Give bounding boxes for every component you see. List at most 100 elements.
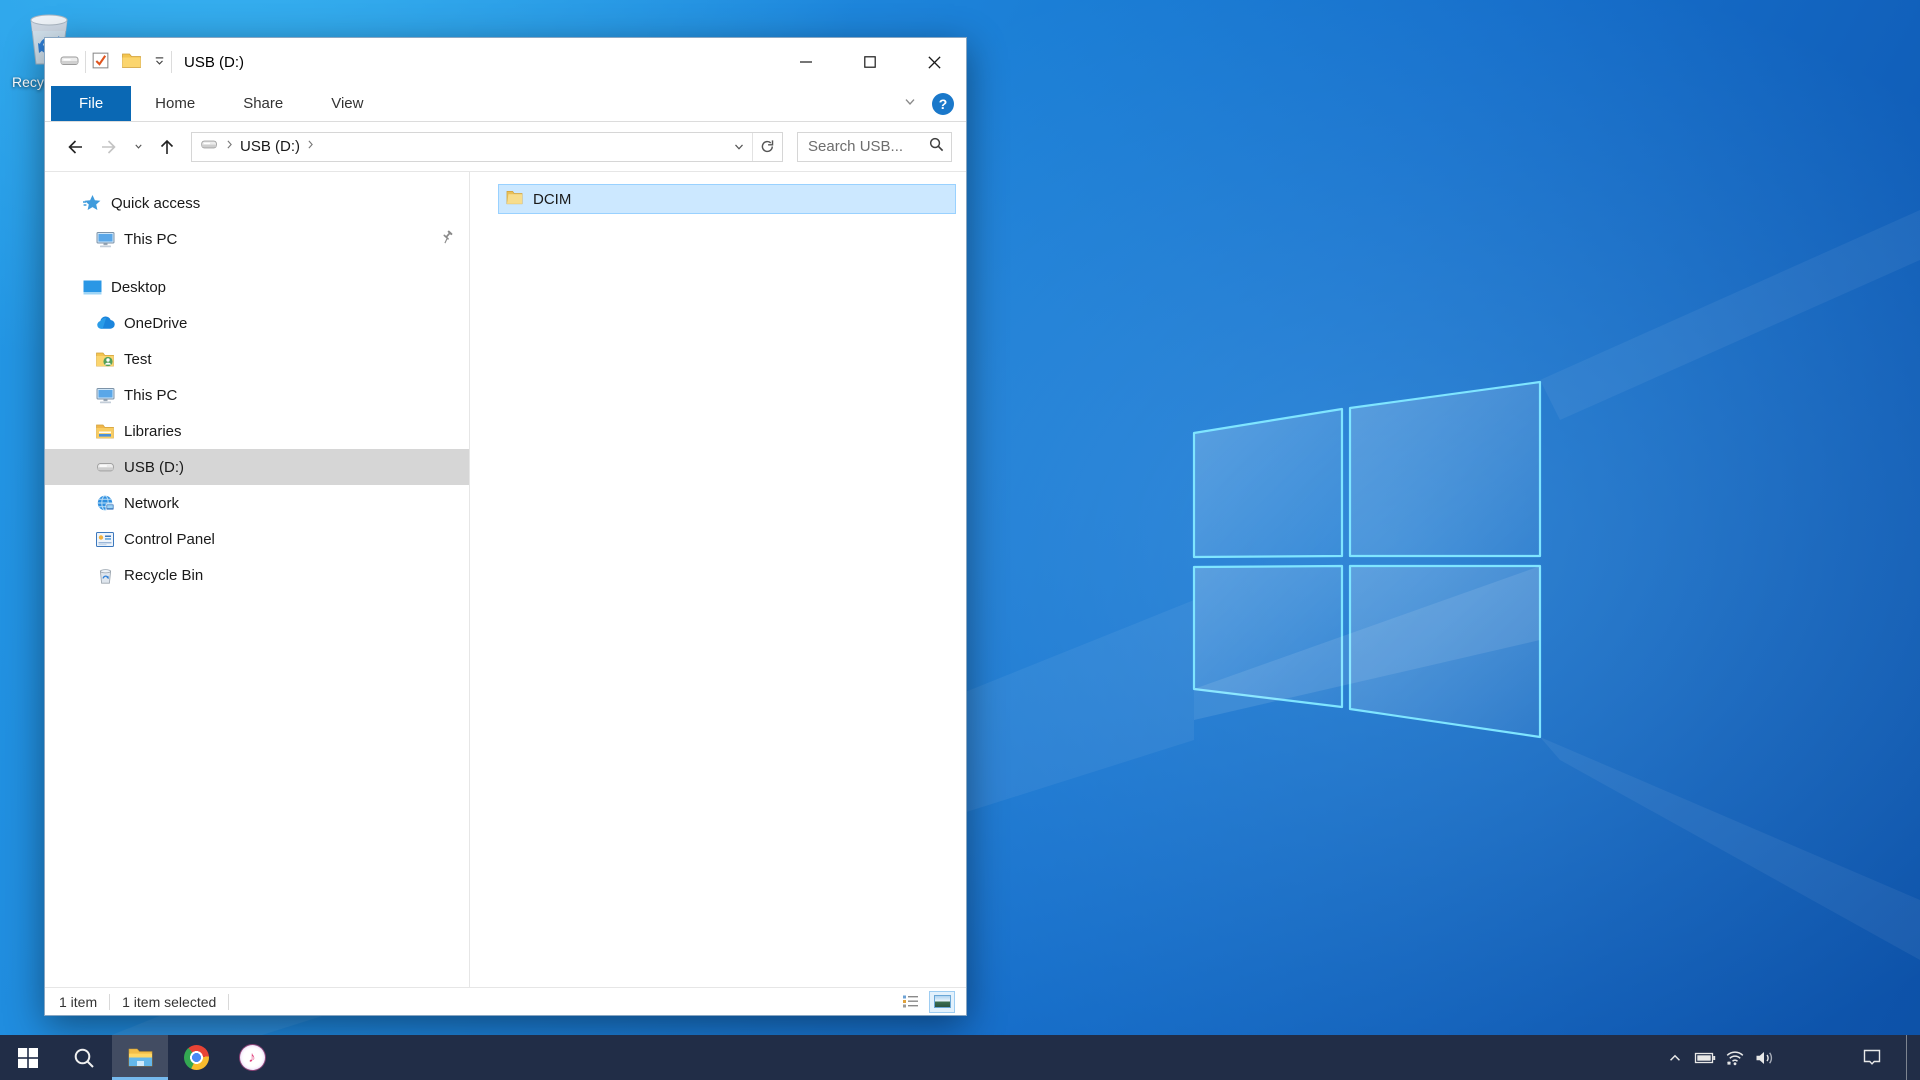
back-button[interactable] bbox=[61, 133, 89, 161]
new-folder-icon[interactable] bbox=[121, 51, 142, 73]
titlebar-separator bbox=[171, 51, 172, 73]
navigation-toolbar: USB (D:) bbox=[45, 122, 966, 172]
tray-empty-space bbox=[1780, 1035, 1850, 1080]
quick-access-toolbar bbox=[90, 50, 167, 75]
search-icon[interactable] bbox=[928, 136, 945, 157]
expand-ribbon-chevron-icon[interactable] bbox=[902, 94, 918, 114]
onedrive-cloud-icon bbox=[94, 316, 116, 330]
folder-icon bbox=[505, 189, 524, 210]
breadcrumb-location[interactable]: USB (D:) bbox=[236, 138, 304, 155]
sidebar-item-test[interactable]: Test bbox=[45, 341, 469, 377]
breadcrumb-chevron-icon[interactable] bbox=[304, 138, 317, 155]
sidebar-item-network[interactable]: Network bbox=[45, 485, 469, 521]
network-globe-icon bbox=[94, 493, 116, 513]
action-center-icon[interactable] bbox=[1850, 1035, 1894, 1080]
user-folder-icon bbox=[94, 350, 116, 368]
this-pc-icon bbox=[94, 230, 116, 249]
selection-count: 1 item selected bbox=[122, 994, 216, 1010]
this-pc-icon bbox=[94, 386, 116, 405]
taskbar-file-explorer-button[interactable] bbox=[112, 1035, 168, 1080]
tab-share[interactable]: Share bbox=[219, 86, 307, 121]
tab-view[interactable]: View bbox=[307, 86, 387, 121]
checkbox-check-icon[interactable] bbox=[90, 50, 111, 75]
minimize-button[interactable] bbox=[774, 38, 838, 86]
wifi-icon[interactable] bbox=[1720, 1035, 1750, 1080]
sidebar-item-libraries[interactable]: Libraries bbox=[45, 413, 469, 449]
customize-qat-chevron-icon[interactable] bbox=[152, 53, 167, 72]
view-switcher bbox=[898, 992, 954, 1012]
sidebar-item-control-panel[interactable]: Control Panel bbox=[45, 521, 469, 557]
tab-file[interactable]: File bbox=[51, 86, 131, 121]
chrome-icon bbox=[184, 1045, 209, 1070]
sidebar-item-label: This PC bbox=[124, 231, 177, 248]
sidebar-item-label: Quick access bbox=[111, 195, 200, 212]
item-count: 1 item bbox=[59, 994, 97, 1010]
tab-home[interactable]: Home bbox=[131, 86, 219, 121]
sidebar-item-recycle-bin[interactable]: Recycle Bin bbox=[45, 557, 469, 593]
itunes-icon: ♪ bbox=[240, 1045, 265, 1070]
taskbar-chrome-button[interactable] bbox=[168, 1035, 224, 1080]
help-button[interactable]: ? bbox=[932, 93, 954, 115]
sidebar-item-label: Network bbox=[124, 495, 179, 512]
window-system-usb-drive-icon[interactable] bbox=[59, 50, 81, 74]
sidebar-item-quick-access[interactable]: Quick access bbox=[45, 185, 469, 221]
sidebar-item-label: Desktop bbox=[111, 279, 166, 296]
sidebar-item-label: USB (D:) bbox=[124, 459, 184, 476]
recycle-bin-icon bbox=[94, 566, 116, 585]
usb-drive-icon bbox=[94, 460, 116, 474]
ribbon-tab-bar: File Home Share View ? bbox=[45, 86, 966, 122]
titlebar: USB (D:) bbox=[45, 38, 966, 86]
taskbar: ♪ bbox=[0, 1035, 1920, 1080]
close-button[interactable] bbox=[902, 38, 966, 86]
recent-locations-chevron-icon[interactable] bbox=[129, 133, 147, 161]
sidebar-item-label: Control Panel bbox=[124, 531, 215, 548]
search-box[interactable] bbox=[797, 132, 952, 162]
refresh-button[interactable] bbox=[752, 133, 782, 161]
address-bar[interactable]: USB (D:) bbox=[191, 132, 783, 162]
sidebar-item-label: This PC bbox=[124, 387, 177, 404]
file-explorer-window: USB (D:) File Home Share View ? bbox=[44, 37, 967, 1016]
sidebar-item-usb-drive[interactable]: USB (D:) bbox=[45, 449, 469, 485]
sidebar-item-this-pc[interactable]: This PC bbox=[45, 377, 469, 413]
navigation-pane: Quick access This PC Desktop bbox=[45, 172, 469, 987]
up-button[interactable] bbox=[153, 133, 181, 161]
caption-buttons bbox=[774, 38, 966, 86]
status-separator bbox=[228, 994, 229, 1010]
sidebar-item-this-pc-pinned[interactable]: This PC bbox=[45, 221, 469, 257]
forward-button[interactable] bbox=[95, 133, 123, 161]
details-view-icon[interactable] bbox=[898, 992, 922, 1012]
start-button[interactable] bbox=[0, 1035, 56, 1080]
taskbar-search-button[interactable] bbox=[56, 1035, 112, 1080]
sidebar-item-label: Recycle Bin bbox=[124, 567, 203, 584]
sidebar-group-gap bbox=[45, 257, 469, 269]
pin-icon bbox=[439, 229, 455, 249]
sidebar-item-onedrive[interactable]: OneDrive bbox=[45, 305, 469, 341]
desktop-icon bbox=[81, 279, 103, 296]
battery-icon[interactable] bbox=[1690, 1035, 1720, 1080]
maximize-button[interactable] bbox=[838, 38, 902, 86]
sidebar-item-label: Libraries bbox=[124, 423, 182, 440]
file-item-dcim[interactable]: DCIM bbox=[498, 184, 956, 214]
libraries-folder-icon bbox=[94, 422, 116, 440]
status-separator bbox=[109, 994, 110, 1010]
titlebar-separator bbox=[85, 51, 86, 73]
search-input[interactable] bbox=[808, 138, 928, 155]
file-list-area[interactable]: DCIM bbox=[470, 172, 966, 987]
window-title: USB (D:) bbox=[184, 54, 244, 71]
volume-icon[interactable] bbox=[1750, 1035, 1780, 1080]
sidebar-item-label: Test bbox=[124, 351, 152, 368]
hidden-icons-chevron-icon[interactable] bbox=[1660, 1035, 1690, 1080]
address-usb-drive-icon bbox=[200, 137, 219, 156]
breadcrumb-chevron-icon[interactable] bbox=[223, 138, 236, 155]
large-thumbnails-view-icon[interactable] bbox=[930, 992, 954, 1012]
taskbar-itunes-button[interactable]: ♪ bbox=[224, 1035, 280, 1080]
quick-access-star-icon bbox=[81, 193, 103, 213]
control-panel-icon bbox=[94, 531, 116, 548]
sidebar-item-desktop[interactable]: Desktop bbox=[45, 269, 469, 305]
status-bar: 1 item 1 item selected bbox=[45, 987, 966, 1015]
window-body: Quick access This PC Desktop bbox=[45, 172, 966, 987]
system-tray bbox=[1660, 1035, 1920, 1080]
address-dropdown-chevron-icon[interactable] bbox=[726, 133, 752, 161]
show-desktop-strip[interactable] bbox=[1906, 1035, 1920, 1080]
sidebar-item-label: OneDrive bbox=[124, 315, 187, 332]
